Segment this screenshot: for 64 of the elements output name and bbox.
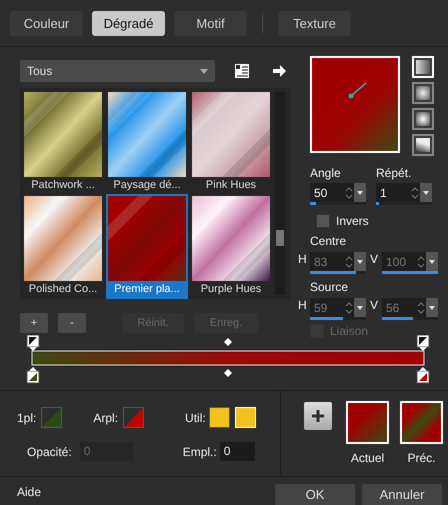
gradient-bar[interactable] [32,350,424,366]
tab[interactable]: Motif [174,10,247,36]
help-link[interactable]: Aide [17,485,268,499]
axis-label: V [370,298,380,312]
color-stop-marker[interactable] [26,367,40,384]
location-field[interactable]: 0 [220,442,255,461]
arrow-right-icon[interactable] [273,65,286,77]
color-stop-marker[interactable] [416,367,430,384]
angle-label: Angle [310,166,342,180]
previous-gradient-swatch[interactable] [400,401,443,444]
foreground-label: 1pl: [17,410,36,424]
background-label: Arpl: [93,410,118,424]
dropdown-caret-icon[interactable] [420,183,432,202]
user-swatch[interactable] [208,407,230,428]
section-label: Source [310,280,348,294]
number-field[interactable]: 50 [310,183,366,202]
opacity-label: Opacité: [27,444,72,458]
plus-icon [312,410,324,422]
repeat-label: Répét. [376,166,412,180]
gradient-tile[interactable]: Paysage dé... [108,92,186,193]
number-field[interactable]: 1 [376,183,432,202]
tab[interactable]: Dégradé [92,10,165,36]
axis-label: V [370,252,380,266]
gradient-tile[interactable]: Patchwork ... [24,92,102,193]
section-label: Centre [310,234,346,248]
gradient-tile[interactable]: Premier pla... [108,196,186,297]
previous-label: Préc. [407,451,436,465]
scrollbar[interactable] [275,92,285,295]
gradient-tile[interactable]: Pink Hues [192,92,270,193]
midpoint-marker[interactable] [224,369,232,377]
gradient-tile[interactable]: Polished Co... [24,196,102,297]
location-label: Empl.: [182,444,217,458]
caret-icon [200,68,208,74]
list-view-icon[interactable] [235,64,249,78]
category-dropdown[interactable]: Tous [20,60,215,82]
gradient-style-button[interactable] [412,82,434,104]
invert-checkbox[interactable] [316,214,330,228]
background-swatch[interactable] [123,407,144,428]
user-label: Util: [185,410,206,424]
gradient-tile[interactable]: Purple Hues [192,196,270,297]
list-button[interactable]: - [58,313,86,333]
color-stop-marker[interactable] [416,335,430,351]
invert-label: Invers [336,214,369,228]
spin-arrows-icon[interactable] [410,186,420,200]
list-button[interactable]: + [20,313,48,333]
gradient-style-button[interactable] [412,134,434,156]
tab[interactable]: Couleur [10,10,83,36]
current-label: Actuel [350,451,384,465]
color-stop-marker[interactable] [26,335,40,351]
spin-arrows-icon[interactable] [344,186,354,200]
ok-button[interactable]: OK [275,484,355,505]
midpoint-marker[interactable] [224,338,232,346]
link-label: Liaison [330,324,368,338]
tab[interactable]: Texture [278,10,351,36]
axis-label: H [298,252,308,266]
foreground-swatch[interactable] [41,407,62,428]
gradient-preview[interactable] [310,56,400,153]
add-button[interactable] [304,402,332,430]
gradient-style-button[interactable] [412,108,434,130]
cancel-button[interactable]: Annuler [362,484,442,505]
dropdown-caret-icon[interactable] [354,183,366,202]
angle-handle-icon[interactable] [348,81,368,99]
axis-label: H [298,298,308,312]
current-gradient-swatch [346,401,389,444]
